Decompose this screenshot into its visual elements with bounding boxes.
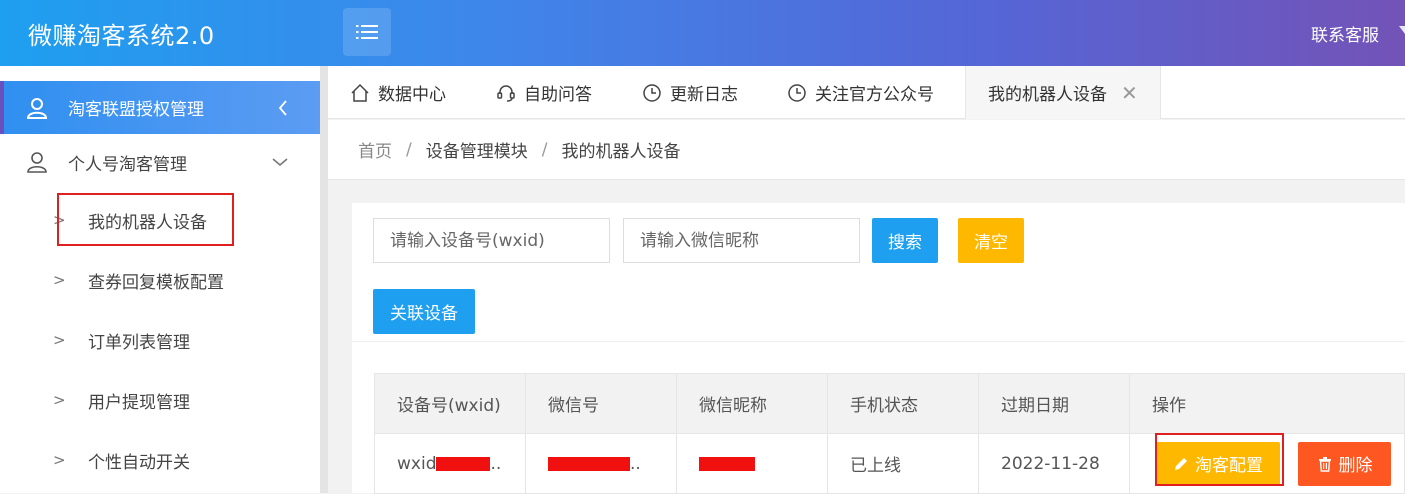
button-label: 删除 (1338, 456, 1373, 476)
home-icon (351, 83, 369, 102)
tab-self-help[interactable]: 自助问答 (496, 66, 592, 119)
highlight-box (57, 193, 234, 246)
sidebar-item-label: 查券回复模板配置 (88, 272, 224, 293)
sidebar-item-label: 个性自动开关 (88, 452, 190, 473)
tab-official-account[interactable]: 关注官方公众号 (787, 66, 934, 119)
headset-icon (497, 84, 515, 102)
list-icon (356, 25, 378, 39)
chevron-right-icon: > (53, 391, 66, 409)
breadcrumb-module[interactable]: 设备管理模块 (426, 137, 528, 162)
app-logo: 微赚淘客系统2.0 (28, 22, 215, 50)
sidebar-item-coupon-template[interactable]: > 查券回复模板配置 (0, 250, 320, 310)
column-header-actions: 操作 (1129, 373, 1405, 434)
breadcrumb: 首页 / 设备管理模块 / 我的机器人设备 (328, 120, 1405, 180)
column-header-wechat-id: 微信号 (525, 373, 677, 434)
redaction-mark (699, 456, 755, 471)
tab-my-robot-devices[interactable]: 我的机器人设备 ✕ (965, 66, 1161, 119)
trash-icon (1318, 456, 1331, 472)
breadcrumb-home[interactable]: 首页 (358, 137, 392, 162)
cell-wxid: wxid.. (374, 433, 526, 494)
breadcrumb-separator: / (541, 139, 548, 160)
nickname-search-input[interactable] (623, 218, 860, 263)
contact-service-link[interactable]: 联系客服 (1311, 21, 1379, 46)
close-icon[interactable]: ✕ (1121, 81, 1138, 105)
tab-label: 我的机器人设备 (988, 85, 1107, 105)
chevron-right-icon: > (53, 271, 66, 289)
column-header-expire-date: 过期日期 (978, 373, 1130, 434)
tab-label: 更新日志 (670, 85, 738, 105)
highlight-box (1155, 433, 1284, 486)
sidebar-scrollbar[interactable] (320, 66, 328, 493)
chevron-right-icon: > (53, 451, 66, 469)
top-header: 微赚淘客系统2.0 联系客服 (0, 0, 1405, 66)
clock-icon (788, 83, 806, 102)
sidebar-item-label: 淘客联盟授权管理 (68, 100, 204, 120)
clear-button[interactable]: 清空 (958, 218, 1024, 263)
divider (352, 341, 1405, 342)
cell-expire-date: 2022-11-28 (978, 433, 1130, 494)
sidebar-item-orders[interactable]: > 订单列表管理 (0, 310, 320, 370)
caret-down-icon[interactable] (1399, 26, 1405, 34)
chevron-left-icon (278, 99, 287, 116)
link-device-button[interactable]: 关联设备 (373, 289, 475, 334)
ellipsis: .. (630, 453, 641, 474)
chevron-down-icon (272, 158, 288, 167)
tab-changelog[interactable]: 更新日志 (642, 66, 738, 119)
table-header-row: 设备号(wxid) 微信号 微信昵称 手机状态 过期日期 操作 (374, 373, 1405, 434)
sidebar-item-label: 用户提现管理 (88, 392, 190, 413)
sidebar-item-auto-switch[interactable]: > 个性自动开关 (0, 430, 320, 490)
tab-bar: 数据中心 自助问答 更新日志 关注官方公众号 我的机器人设备 ✕ (328, 66, 1405, 119)
sidebar-item-alliance-auth[interactable]: 淘客联盟授权管理 (0, 81, 320, 134)
breadcrumb-separator: / (406, 139, 412, 160)
cell-nickname (676, 433, 828, 494)
sidebar-group-label: 个人号淘客管理 (68, 154, 187, 175)
clock-icon (643, 83, 661, 102)
tab-label: 自助问答 (524, 85, 592, 105)
cell-phone-status: 已上线 (827, 433, 979, 494)
cell-wechat-id: .. (525, 433, 677, 494)
sidebar: 淘客联盟授权管理 个人号淘客管理 > 我的机器人设备 > 查券回复模板配置 > … (0, 66, 320, 493)
user-icon (27, 152, 47, 173)
sidebar-item-withdrawals[interactable]: > 用户提现管理 (0, 370, 320, 430)
wxid-prefix: wxid (397, 453, 437, 474)
user-icon (26, 97, 48, 119)
redaction-mark (548, 456, 630, 471)
chevron-right-icon: > (53, 331, 66, 349)
sidebar-item-label: 订单列表管理 (88, 332, 190, 353)
wxid-search-input[interactable] (373, 218, 610, 263)
column-header-phone-status: 手机状态 (827, 373, 979, 434)
menu-toggle-button[interactable] (343, 8, 391, 56)
breadcrumb-current: 我的机器人设备 (561, 142, 681, 162)
tab-label: 关注官方公众号 (815, 85, 934, 105)
delete-button[interactable]: 删除 (1298, 441, 1391, 486)
column-header-nickname: 微信昵称 (676, 373, 828, 434)
redaction-mark (436, 456, 491, 471)
search-button[interactable]: 搜索 (872, 218, 938, 263)
tab-data-center[interactable]: 数据中心 (350, 66, 446, 119)
tab-label: 数据中心 (378, 85, 446, 105)
ellipsis: .. (490, 453, 502, 474)
sidebar-group-personal[interactable]: 个人号淘客管理 (0, 136, 320, 188)
column-header-wxid: 设备号(wxid) (374, 373, 526, 434)
